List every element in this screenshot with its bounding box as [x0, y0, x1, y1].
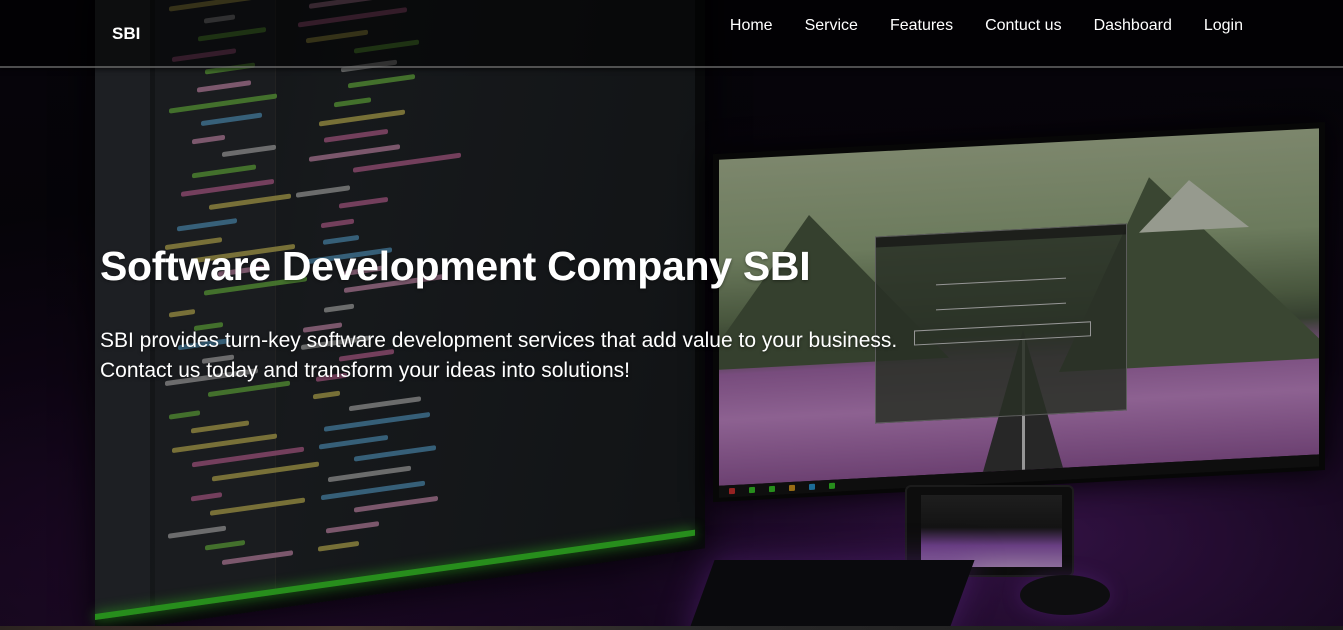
- navbar: SBI Home Service Features Contuct us Das…: [0, 0, 1343, 68]
- hero-content: Software Development Company SBI SBI pro…: [100, 240, 897, 386]
- hero-section: SBI Home Service Features Contuct us Das…: [0, 0, 1343, 630]
- page-bottom-edge: [0, 626, 1343, 630]
- hero-description: SBI provides turn-key software developme…: [100, 326, 897, 386]
- nav-item-dashboard: Dashboard: [1094, 16, 1172, 36]
- nav-link-dashboard[interactable]: Dashboard: [1094, 17, 1172, 34]
- nav-link-home[interactable]: Home: [730, 17, 773, 34]
- nav-link-contact[interactable]: Contuct us: [985, 17, 1061, 34]
- nav-menu: Home Service Features Contuct us Dashboa…: [698, 16, 1243, 36]
- nav-link-service[interactable]: Service: [805, 17, 858, 34]
- nav-item-contact: Contuct us: [985, 16, 1061, 36]
- brand-logo[interactable]: SBI: [112, 24, 140, 44]
- nav-item-login: Login: [1204, 16, 1243, 36]
- nav-link-login[interactable]: Login: [1204, 17, 1243, 34]
- nav-link-features[interactable]: Features: [890, 17, 953, 34]
- nav-item-features: Features: [890, 16, 953, 36]
- nav-item-service: Service: [805, 16, 858, 36]
- hero-description-line-2: Contact us today and transform your idea…: [100, 359, 630, 382]
- nav-item-home: Home: [730, 16, 773, 36]
- hero-description-line-1: SBI provides turn-key software developme…: [100, 329, 898, 352]
- hero-title: Software Development Company SBI: [100, 243, 811, 289]
